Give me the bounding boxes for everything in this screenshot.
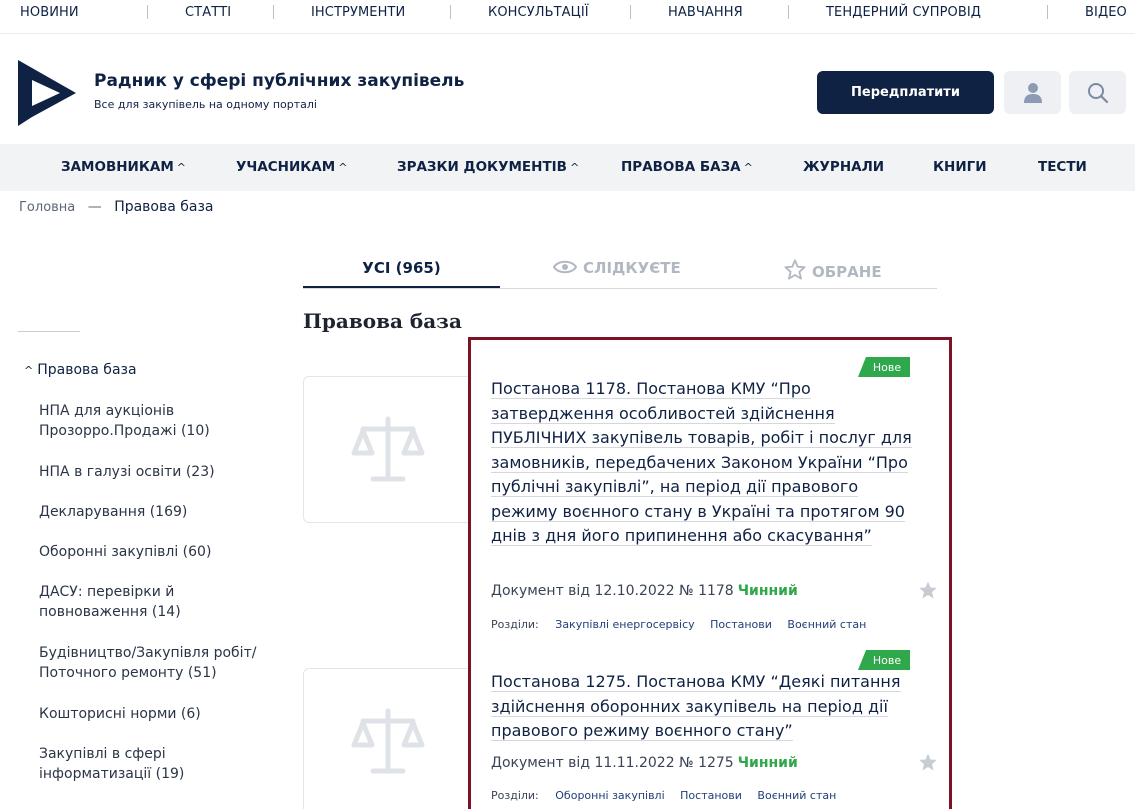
menu-journals[interactable]: ЖУРНАЛИ	[803, 159, 884, 175]
status-badge: Чинний	[737, 583, 798, 599]
breadcrumb-home[interactable]: Головна	[19, 200, 75, 215]
sidebar-item-defense[interactable]: Оборонні закупівлі (60)	[39, 542, 279, 562]
topnav-separator	[273, 5, 274, 19]
menu-participants[interactable]: УЧАСНИКАМ ^	[236, 159, 347, 175]
menu-document-templates-label: ЗРАЗКИ ДОКУМЕНТІВ	[397, 159, 567, 175]
menu-document-templates[interactable]: ЗРАЗКИ ДОКУМЕНТІВ ^	[397, 159, 579, 175]
section-tag[interactable]: Закупівлі енергосервісу	[555, 618, 694, 631]
menu-books[interactable]: КНИГИ	[933, 159, 987, 175]
topnav-separator	[450, 5, 451, 19]
document-title-text: Постанова 1275. Постанова КМУ “Деякі пит…	[491, 672, 901, 741]
sidebar-item-informatization[interactable]: Закупівлі в сфері інформатизації (19)	[39, 744, 279, 784]
menu-tests[interactable]: ТЕСТИ	[1038, 159, 1087, 175]
topnav-separator	[147, 5, 148, 19]
search-icon	[1087, 82, 1108, 103]
chevron-up-icon: ^	[176, 161, 186, 174]
document-title-link[interactable]: Постанова 1275. Постанова КМУ “Деякі пит…	[491, 670, 916, 744]
sidebar-item-estimate-norms[interactable]: Кошторисні норми (6)	[39, 704, 279, 724]
sidebar-root-label: Правова база	[37, 362, 137, 378]
new-badge: Нове	[858, 650, 910, 670]
site-logo[interactable]	[18, 60, 76, 126]
sidebar-item-declaration[interactable]: Декларування (169)	[39, 502, 279, 522]
sidebar-item-education[interactable]: НПА в галузі освіти (23)	[39, 462, 279, 482]
search-button[interactable]	[1069, 71, 1126, 114]
section-tag[interactable]: Постанови	[710, 618, 772, 631]
document-meta-text: Документ від 11.11.2022 № 1275	[491, 755, 734, 771]
document-meta: Документ від 12.10.2022 № 1178 Чинний	[491, 583, 798, 599]
menu-legal-base[interactable]: ПРАВОВА БАЗА ^	[621, 159, 753, 175]
sidebar-item-construction[interactable]: Будівництво/Закупівля робіт/ Поточного р…	[39, 643, 279, 683]
breadcrumb-current: Правова база	[114, 199, 214, 215]
topnav-tender-support[interactable]: ТЕНДЕРНИЙ СУПРОВІД	[826, 5, 981, 20]
chevron-up-icon: ^	[338, 161, 348, 174]
topnav-training[interactable]: НАВЧАННЯ	[668, 5, 743, 20]
sidebar-item-prozorro-sales[interactable]: НПА для аукціонів Прозорро.Продажі (10)	[39, 401, 279, 441]
tab-favorites[interactable]: ОБРАНЕ	[784, 259, 882, 281]
topnav-separator	[1047, 5, 1048, 19]
brand-title[interactable]: Радник у сфері публічних закупівель	[94, 71, 464, 91]
top-nav: НОВИНИ СТАТТІ ІНСТРУМЕНТИ КОНСУЛЬТАЦІЇ Н…	[0, 0, 1135, 34]
tab-watching[interactable]: СЛІДКУЄТЕ	[552, 259, 681, 277]
menu-participants-label: УЧАСНИКАМ	[236, 159, 336, 175]
tab-all[interactable]: УСІ (965)	[303, 259, 500, 277]
sidebar-item-dasu[interactable]: ДАСУ: перевірки й повноваження (14)	[39, 582, 279, 622]
topnav-video[interactable]: ВІДЕО	[1085, 5, 1127, 20]
tabs-divider	[303, 288, 937, 289]
favorite-star-icon[interactable]	[918, 580, 938, 600]
main-menu: ЗАМОВНИКАМ ^ УЧАСНИКАМ ^ ЗРАЗКИ ДОКУМЕНТІВ…	[0, 144, 1135, 191]
new-badge: Нове	[858, 357, 910, 377]
chevron-up-icon: ^	[24, 364, 34, 377]
menu-customers[interactable]: ЗАМОВНИКАМ ^	[61, 159, 186, 175]
document-title-link[interactable]: Постанова 1178. Постанова КМУ “Про затве…	[491, 377, 916, 549]
document-title-text: Постанова 1178. Постанова КМУ “Про затве…	[491, 379, 912, 546]
favorite-star-icon[interactable]	[918, 752, 938, 772]
topnav-tools[interactable]: ІНСТРУМЕНТИ	[311, 5, 405, 20]
subscribe-button[interactable]: Передплатити	[817, 71, 994, 114]
document-thumbnail[interactable]	[303, 668, 483, 809]
document-meta-text: Документ від 12.10.2022 № 1178	[491, 583, 734, 599]
user-account-button[interactable]	[1004, 71, 1061, 114]
tab-watching-label: СЛІДКУЄТЕ	[583, 259, 681, 277]
menu-legal-base-label: ПРАВОВА БАЗА	[621, 159, 741, 175]
breadcrumb: Головна — Правова база	[19, 199, 214, 215]
section-tag[interactable]: Воєнний стан	[787, 618, 866, 631]
document-sections: Розділи: Оборонні закупівлі Постанови Во…	[491, 789, 848, 802]
topnav-separator	[788, 5, 789, 19]
brand-subtitle: Все для закупівель на одному порталі	[94, 98, 317, 111]
topnav-separator	[630, 5, 631, 19]
page-title: Правова база	[303, 309, 462, 333]
star-outline-icon	[784, 259, 806, 280]
user-icon	[1023, 82, 1042, 103]
document-meta: Документ від 11.11.2022 № 1275 Чинний	[491, 755, 798, 771]
documents-panel: Нове Постанова 1178. Постанова КМУ “Про …	[468, 337, 952, 809]
tab-favorites-label: ОБРАНЕ	[812, 263, 882, 281]
status-badge: Чинний	[737, 755, 798, 771]
topnav-articles[interactable]: СТАТТІ	[185, 5, 231, 20]
sidebar-root-legal-base[interactable]: ^ Правова база	[24, 362, 137, 378]
scales-icon	[351, 708, 425, 774]
sections-label: Розділи:	[491, 618, 539, 631]
breadcrumb-separator: —	[87, 199, 102, 215]
section-tag[interactable]: Оборонні закупівлі	[555, 789, 664, 802]
sections-label: Розділи:	[491, 789, 539, 802]
document-thumbnail[interactable]	[303, 376, 483, 523]
scales-icon	[351, 416, 425, 482]
topnav-consultations[interactable]: КОНСУЛЬТАЦІЇ	[488, 5, 589, 20]
section-tag[interactable]: Постанови	[680, 789, 742, 802]
document-sections: Розділи: Закупівлі енергосервісу Постано…	[491, 618, 878, 631]
chevron-up-icon: ^	[569, 161, 580, 174]
section-tag[interactable]: Воєнний стан	[757, 789, 836, 802]
menu-customers-label: ЗАМОВНИКАМ	[61, 159, 174, 175]
eye-icon	[552, 260, 578, 274]
chevron-up-icon: ^	[743, 161, 753, 174]
sidebar-divider	[18, 331, 80, 332]
topnav-news[interactable]: НОВИНИ	[20, 5, 79, 20]
